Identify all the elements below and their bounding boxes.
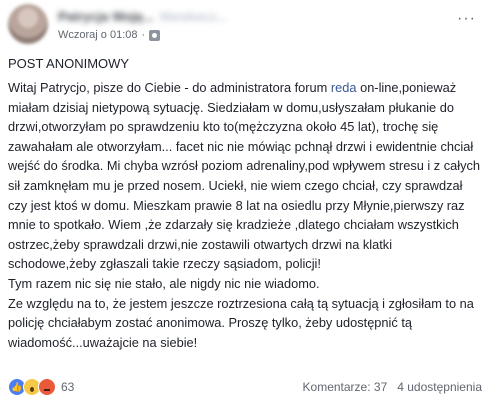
post-paragraph-3: Ze względu na to, że jestem jeszcze rozt… [8, 295, 474, 350]
angry-icon [38, 378, 56, 396]
author-avatar[interactable] [8, 4, 48, 44]
public-globe-icon[interactable] [149, 29, 161, 41]
post-paragraph-1: Witaj Patrycjo, pisze do Ciebie - do adm… [8, 78, 482, 274]
author-name[interactable]: Patrycja Woję... [58, 9, 154, 24]
author-name-blurred[interactable]: Patrycja Woję... Nieskocz... [58, 9, 227, 24]
reactions-summary[interactable]: 👍 63 [8, 378, 74, 396]
reaction-count[interactable]: 63 [61, 380, 74, 394]
meta-separator: · [141, 29, 146, 41]
post-footer: 👍 63 Komentarze: 37 4 udostępnienia [8, 376, 482, 398]
paragraph-1-text-after: on-line,ponieważ miałam dzisiaj nietypow… [8, 80, 481, 272]
facebook-post: Patrycja Woję... Nieskocz... Wczoraj o 01… [0, 0, 490, 409]
more-options-button[interactable]: ··· [457, 10, 476, 28]
post-body: Witaj Patrycjo, pisze do Ciebie - do adm… [8, 78, 482, 352]
shares-count[interactable]: 4 udostępnienia [397, 380, 482, 394]
post-title: POST ANONIMOWY [8, 56, 130, 71]
author-secondary[interactable]: Nieskocz... [160, 9, 227, 24]
post-timestamp[interactable]: Wczoraj o 01:08 [58, 29, 137, 41]
comments-count[interactable]: Komentarze: 37 [303, 380, 388, 394]
post-paragraph-2: Tym razem nic się nie stało, ale nigdy n… [8, 275, 320, 291]
forum-link[interactable]: reda [331, 80, 357, 95]
paragraph-1-text-before: Witaj Patrycjo, pisze do Ciebie - do adm… [8, 80, 331, 95]
post-meta: Wczoraj o 01:08 · [58, 29, 161, 41]
